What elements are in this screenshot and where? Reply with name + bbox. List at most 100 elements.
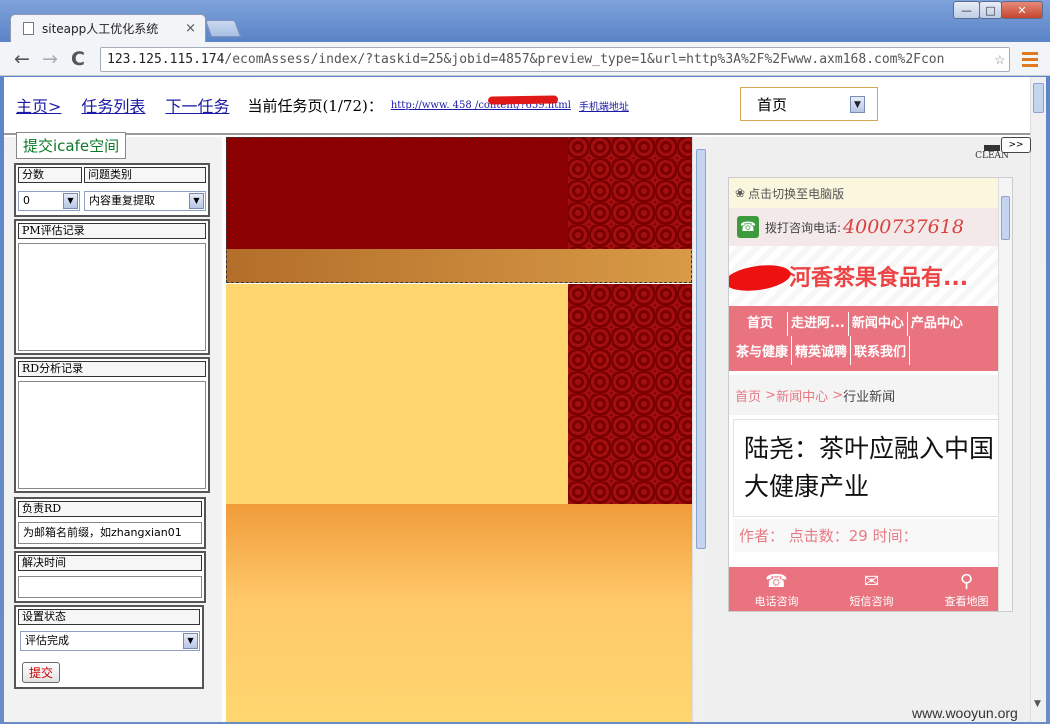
score-label: 分数 — [18, 167, 82, 183]
footer-map-label: 查看地图 — [944, 595, 989, 608]
reload-button[interactable]: C — [64, 45, 92, 73]
status-box: 设置状态 评估完成 ▼ 提交 — [14, 605, 204, 689]
map-pin-icon: ⚲ — [959, 571, 974, 592]
preview-orange-block — [226, 504, 692, 722]
scroll-down-icon[interactable]: ▼ — [1034, 699, 1041, 709]
new-tab-button[interactable] — [204, 20, 242, 37]
browser-tab[interactable]: siteapp人工优化系统 × — [10, 14, 206, 42]
chevron-down-icon: ▼ — [183, 633, 198, 649]
home-link[interactable]: 主页> — [16, 93, 61, 117]
minimize-button[interactable]: — — [953, 1, 980, 19]
mobile-nav: 首页 走进阿... 新闻中心 产品中心 茶与健康 精英诚聘 联系我们 — [729, 306, 1012, 371]
browser-menu-icon[interactable] — [1018, 47, 1042, 71]
watermark: www.wooyun.org — [912, 705, 1018, 721]
nav-item-products[interactable]: 产品中心 — [908, 312, 966, 336]
next-task-link[interactable]: 下一任务 — [165, 93, 229, 117]
nav-item-home[interactable]: 首页 — [733, 312, 789, 336]
expand-button[interactable]: >> — [1001, 137, 1031, 153]
crumb-separator: > — [832, 387, 844, 403]
nav-item-tea-health[interactable]: 茶与健康 — [733, 336, 793, 365]
browser-toolbar: ← → C 123.125.115.174/ecomAssess/index/?… — [0, 42, 1050, 76]
pm-record-box: PM评估记录 — [14, 219, 210, 355]
chevron-down-icon: ▼ — [63, 193, 78, 209]
resolve-time-box: 解决时间 — [14, 551, 206, 603]
submit-icafe-button[interactable]: 提交icafe空间 — [16, 132, 127, 159]
mobile-footer-bar: ☎ 电话咨询 ✉ 短信咨询 ⚲ 查看地图 — [729, 567, 1012, 611]
crumb-separator: > — [765, 387, 777, 403]
page-scroll-thumb[interactable] — [1033, 83, 1044, 113]
pm-record-label: PM评估记录 — [18, 223, 206, 239]
breadcrumb: 首页 > 新闻中心 > 行业新闻 — [729, 375, 1012, 415]
page-select-value: 首页 — [757, 95, 788, 114]
footer-sms[interactable]: ✉ 短信咨询 — [832, 571, 912, 609]
issue-type-select[interactable]: 内容重复提取 ▼ — [84, 191, 206, 211]
crumb-news[interactable]: 新闻中心 — [776, 386, 828, 405]
rd-record-label: RD分析记录 — [18, 361, 206, 377]
task-list-link[interactable]: 任务列表 — [81, 93, 145, 117]
nav-item-about[interactable]: 走进阿... — [788, 312, 849, 336]
issue-type-label: 问题类别 — [84, 167, 206, 183]
paw-icon: ❀ — [735, 186, 746, 200]
page-content: 主页> 任务列表 下一任务 当前任务页(1/72)： http://www. 4… — [4, 77, 1046, 722]
rd-record-textarea[interactable] — [18, 381, 206, 489]
status-select-value: 评估完成 — [25, 634, 69, 647]
mobile-scroll-thumb[interactable] — [1001, 196, 1010, 240]
task-topbar: 主页> 任务列表 下一任务 当前任务页(1/72)： http://www. 4… — [4, 77, 1030, 135]
nav-item-jobs[interactable]: 精英诚聘 — [792, 336, 852, 365]
redaction-mark — [729, 261, 793, 295]
browser-window: siteapp人工优化系统 × — □ ✕ ← → C 123.125.115.… — [0, 0, 1050, 724]
nav-item-news[interactable]: 新闻中心 — [849, 312, 908, 336]
footer-phone[interactable]: ☎ 电话咨询 — [737, 571, 817, 609]
close-window-button[interactable]: ✕ — [1001, 1, 1043, 19]
article-title: 陆尧：茶叶应融入中国大健康产业 — [733, 419, 1008, 517]
tab-close-icon[interactable]: × — [185, 21, 196, 36]
score-select-value: 0 — [23, 194, 30, 207]
submit-button[interactable]: 提交 — [22, 662, 61, 683]
current-task-label: 当前任务页(1/72)： — [247, 96, 383, 115]
phone-icon: ☎ — [765, 571, 788, 592]
mobile-scrollbar[interactable] — [998, 178, 1012, 611]
page-icon — [23, 22, 34, 35]
broom-icon — [984, 133, 1000, 151]
issue-type-value: 内容重复提取 — [89, 194, 155, 207]
owner-input[interactable]: 为邮箱名前缀，如zhangxian01 — [18, 522, 202, 544]
preview-scroll-thumb[interactable] — [696, 149, 706, 549]
article-meta: 作者： 点击数：29 时间： — [733, 519, 1008, 552]
tab-title: siteapp人工优化系统 — [42, 22, 159, 36]
call-bar[interactable]: ☎ 拨打咨询电话: 4000737618 — [729, 208, 1012, 246]
score-select[interactable]: 0 ▼ — [18, 191, 80, 211]
status-label: 设置状态 — [18, 609, 200, 625]
mobile-preview-frame: ❀ 点击切换至电脑版 ☎ 拨打咨询电话: 4000737618 河香茶果食品有.… — [728, 177, 1013, 612]
status-select[interactable]: 评估完成 ▼ — [20, 631, 200, 651]
resolve-time-label: 解决时间 — [18, 555, 202, 571]
mobile-url-link[interactable]: 手机端地址 — [579, 98, 629, 113]
page-scrollbar[interactable]: ▼ — [1030, 77, 1046, 722]
crumb-current: 行业新闻 — [843, 389, 896, 405]
owner-box: 负责RD 为邮箱名前缀，如zhangxian01 — [14, 497, 206, 549]
phone-number: 4000737618 — [843, 216, 964, 238]
footer-phone-label: 电话咨询 — [754, 595, 799, 608]
bookmark-star-icon[interactable]: ☆ — [994, 49, 1005, 69]
preview-selection-outline — [226, 137, 692, 283]
brand-name: 河香茶果食品有... — [789, 266, 969, 291]
address-bar[interactable]: 123.125.115.174/ecomAssess/index/?taskid… — [100, 47, 1010, 72]
assessment-panel: 提交icafe空间 分数 问题类别 0 ▼ 内容重复提取 ▼ PM评估记录 RD… — [4, 132, 222, 722]
switch-pc-bar[interactable]: ❀ 点击切换至电脑版 — [729, 178, 1012, 208]
preview-yellow-block — [226, 284, 568, 504]
brand-title: 河香茶果食品有... — [729, 246, 1012, 306]
footer-map[interactable]: ⚲ 查看地图 — [927, 571, 1007, 609]
resolve-time-input[interactable] — [18, 576, 202, 598]
crumb-home[interactable]: 首页 — [735, 386, 761, 405]
call-label: 拨打咨询电话: — [765, 220, 842, 235]
pm-record-textarea[interactable] — [18, 243, 206, 351]
chevron-down-icon: ▼ — [189, 193, 204, 209]
back-button[interactable]: ← — [8, 45, 36, 73]
forward-button[interactable]: → — [36, 45, 64, 73]
preview-pattern-right — [568, 284, 692, 504]
page-select[interactable]: 首页 ▼ — [740, 87, 878, 121]
nav-item-contact[interactable]: 联系我们 — [851, 336, 911, 365]
rd-record-box: RD分析记录 — [14, 357, 210, 493]
maximize-button[interactable]: □ — [979, 1, 1002, 19]
owner-label: 负责RD — [18, 501, 202, 517]
preview-scrollbar[interactable] — [692, 137, 708, 722]
